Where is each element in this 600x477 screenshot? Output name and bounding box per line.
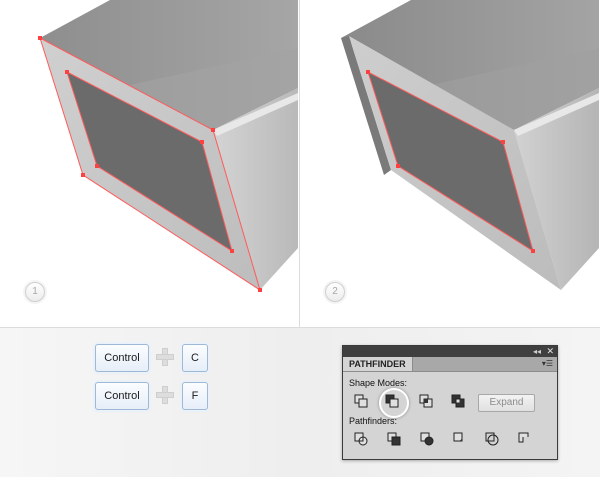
exclude-icon[interactable] [451,394,465,408]
f-key: F [182,382,208,410]
box-drawing-result [341,0,599,290]
pathfinder-panel: ◂◂ ✕ PATHFINDER ▾☰ Shape Modes: Expand P… [342,345,558,460]
collapse-icon[interactable]: ◂◂ [533,346,541,357]
panel-tab-row: PATHFINDER ▾☰ [343,357,557,372]
unite-icon[interactable] [354,394,368,408]
box-drawing-selected [38,0,298,292]
panel-titlebar: ◂◂ ✕ [343,346,557,357]
c-key: C [182,344,208,372]
intersect-icon[interactable] [419,394,433,408]
pathfinders-label: Pathfinders: [349,416,398,426]
plus-icon [156,348,174,366]
divide-icon[interactable] [354,432,368,446]
panel-menu-icon[interactable]: ▾☰ [542,359,553,368]
step-1-illustration: 1 [0,0,298,327]
close-icon[interactable]: ✕ [546,346,554,357]
step-number-badge: 1 [25,282,45,302]
minus-back-icon[interactable] [518,432,532,446]
divider [299,0,300,328]
control-key: Control [95,344,149,372]
control-key: Control [95,382,149,410]
step-number-badge: 2 [325,282,345,302]
merge-icon[interactable] [420,432,434,446]
expand-button[interactable]: Expand [478,394,535,412]
outline-icon[interactable] [485,432,499,446]
step-2-illustration: 2 [301,0,599,327]
crop-icon[interactable] [453,432,467,446]
tab-pathfinder[interactable]: PATHFINDER [343,357,413,371]
minus-front-icon[interactable] [385,394,399,408]
trim-icon[interactable] [387,432,401,446]
shape-modes-label: Shape Modes: [349,378,408,388]
plus-icon [156,386,174,404]
